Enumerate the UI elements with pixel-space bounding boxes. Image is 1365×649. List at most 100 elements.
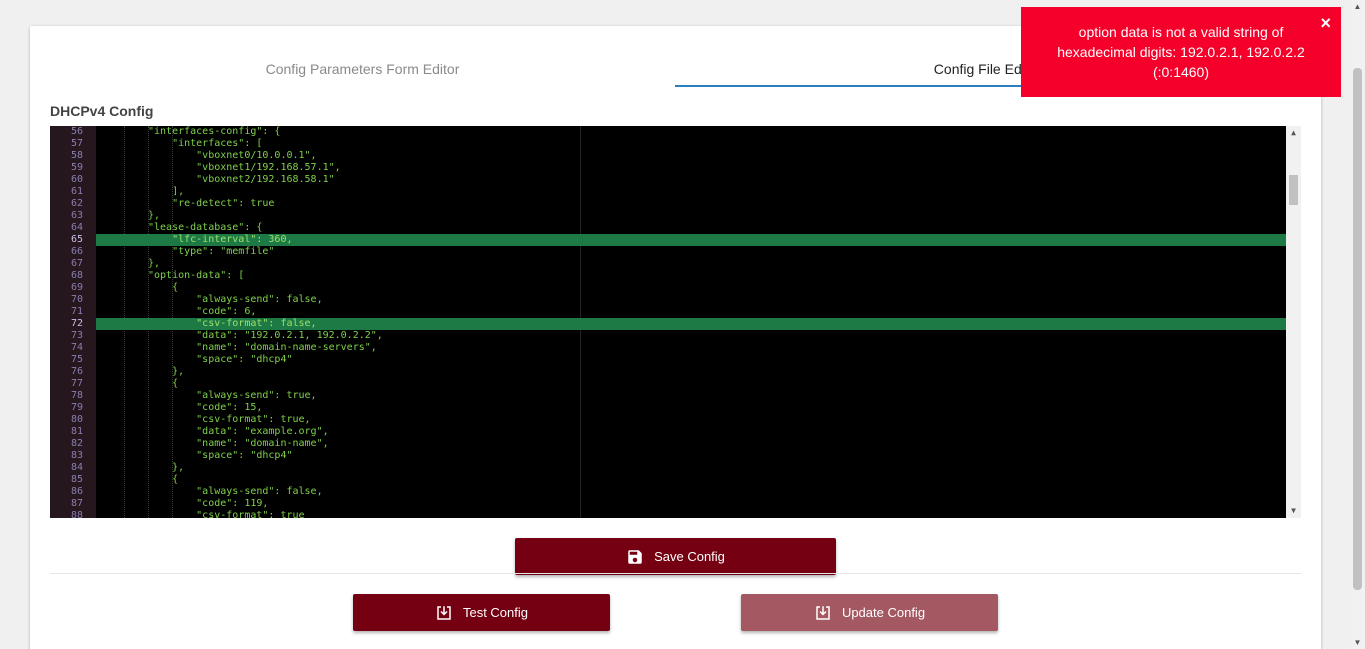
line-number: 85 (70, 474, 83, 485)
code-line[interactable]: 60 "vboxnet2/192.168.58.1" (50, 174, 1286, 186)
line-number: 74 (70, 342, 83, 353)
code-line[interactable]: 61 ], (50, 186, 1286, 198)
code-text: { (148, 282, 179, 293)
code-line[interactable]: 74 "name": "domain-name-servers", (50, 342, 1286, 354)
download-box-icon (437, 605, 451, 620)
code-text: }, (148, 366, 185, 377)
error-toast: option data is not a valid string of hex… (1021, 7, 1341, 97)
line-number: 75 (70, 354, 83, 365)
code-line[interactable]: 76 }, (50, 366, 1286, 378)
code-line[interactable]: 77 { (50, 378, 1286, 390)
code-line[interactable]: 63}, (50, 210, 1286, 222)
divider (50, 573, 1301, 574)
code-line[interactable]: 57 "interfaces": [ (50, 138, 1286, 150)
code-line[interactable]: 75 "space": "dhcp4" (50, 354, 1286, 366)
code-line[interactable]: 86 "always-send": false, (50, 486, 1286, 498)
code-line[interactable]: 64 "lease-database": { (50, 222, 1286, 234)
line-number: 73 (70, 330, 83, 341)
line-number: 84 (70, 462, 83, 473)
code-line[interactable]: 69 { (50, 282, 1286, 294)
line-number: 81 (70, 426, 83, 437)
download-box-icon (816, 605, 830, 620)
line-number: 58 (70, 150, 83, 161)
line-number: 80 (70, 414, 83, 425)
code-line[interactable]: 65 "lfc-interval": 360, (50, 234, 1286, 246)
code-line[interactable]: 71 "code": 6, (50, 306, 1286, 318)
line-number: 68 (70, 270, 83, 281)
line-number: 82 (70, 438, 83, 449)
page-scroll-down-icon[interactable]: ▼ (1350, 638, 1365, 647)
code-line[interactable]: 83 "space": "dhcp4" (50, 450, 1286, 462)
editor-scroll-thumb[interactable] (1289, 175, 1298, 205)
code-line[interactable]: 70 "always-send": false, (50, 294, 1286, 306)
page-scroll-thumb[interactable] (1353, 68, 1362, 590)
code-line[interactable]: 72 "csv-format": false, (50, 318, 1286, 330)
code-text: "name": "domain-name-servers", (148, 342, 377, 353)
scroll-down-icon[interactable]: ▼ (1286, 504, 1301, 518)
code-text: }, (148, 258, 161, 269)
code-line[interactable]: 87 "code": 119, (50, 498, 1286, 510)
code-line[interactable]: 79 "code": 15, (50, 402, 1286, 414)
code-lines[interactable]: 56 "interfaces-config": {57 "interfaces":… (50, 126, 1286, 518)
line-number: 83 (70, 450, 83, 461)
update-config-button[interactable]: Update Config (741, 594, 998, 631)
code-text: "csv-format": true (148, 510, 305, 518)
line-number: 65 (70, 234, 83, 245)
line-number: 78 (70, 390, 83, 401)
line-number: 61 (70, 186, 83, 197)
code-text: "name": "domain-name", (148, 438, 329, 449)
code-line[interactable]: 68 "option-data": [ (50, 270, 1286, 282)
line-number: 67 (70, 258, 83, 269)
page-scrollbar[interactable]: ▲ ▼ (1350, 0, 1365, 649)
editor-scrollbar[interactable]: ▲ ▼ (1286, 126, 1301, 518)
code-text: "code": 6, (148, 306, 257, 317)
section-title: DHCPv4 Config (50, 103, 154, 119)
code-text: "lease-database": { (148, 222, 263, 233)
config-card: Config Parameters Form Editor Config Fil… (30, 26, 1321, 649)
line-number: 64 (70, 222, 83, 233)
test-config-button[interactable]: Test Config (353, 594, 610, 631)
code-line[interactable]: 59 "vboxnet1/192.168.57.1", (50, 162, 1286, 174)
line-number: 71 (70, 306, 83, 317)
code-line[interactable]: 62 "re-detect": true (50, 198, 1286, 210)
update-config-label: Update Config (841, 605, 926, 620)
code-text: "space": "dhcp4" (148, 450, 293, 461)
code-line[interactable]: 85 { (50, 474, 1286, 486)
code-text: }, (148, 462, 185, 473)
code-line[interactable]: 67}, (50, 258, 1286, 270)
page-scroll-up-icon[interactable]: ▲ (1350, 2, 1365, 11)
code-text: "type": "memfile" (148, 246, 275, 257)
code-text: "vboxnet2/192.168.58.1" (148, 174, 335, 185)
line-number: 70 (70, 294, 83, 305)
code-line[interactable]: 88 "csv-format": true (50, 510, 1286, 518)
close-icon[interactable]: × (1320, 13, 1331, 33)
code-text: "always-send": true, (148, 390, 317, 401)
line-number: 86 (70, 486, 83, 497)
save-config-button[interactable]: Save Config (515, 538, 836, 575)
code-text: "always-send": false, (148, 486, 323, 497)
code-text: "code": 15, (148, 402, 263, 413)
line-number: 79 (70, 402, 83, 413)
save-config-label: Save Config (654, 549, 725, 564)
code-line[interactable]: 84 }, (50, 462, 1286, 474)
code-text: ], (148, 186, 185, 197)
code-line[interactable]: 56 "interfaces-config": { (50, 126, 1286, 138)
code-text: "data": "192.0.2.1, 192.0.2.2", (148, 330, 383, 341)
line-number: 87 (70, 498, 83, 509)
scroll-up-icon[interactable]: ▲ (1286, 126, 1301, 140)
code-text: "csv-format": true, (148, 414, 311, 425)
code-line[interactable]: 58 "vboxnet0/10.0.0.1", (50, 150, 1286, 162)
code-line[interactable]: 82 "name": "domain-name", (50, 438, 1286, 450)
code-line[interactable]: 81 "data": "example.org", (50, 426, 1286, 438)
code-line[interactable]: 80 "csv-format": true, (50, 414, 1286, 426)
tab-form-editor[interactable]: Config Parameters Form Editor (50, 51, 675, 87)
code-line[interactable]: 78 "always-send": true, (50, 390, 1286, 402)
code-line[interactable]: 66 "type": "memfile" (50, 246, 1286, 258)
line-number: 60 (70, 174, 83, 185)
line-number: 76 (70, 366, 83, 377)
code-text: "vboxnet0/10.0.0.1", (148, 150, 317, 161)
code-line[interactable]: 73 "data": "192.0.2.1, 192.0.2.2", (50, 330, 1286, 342)
code-text: "interfaces-config": { (148, 126, 281, 137)
code-editor[interactable]: 56 "interfaces-config": {57 "interfaces":… (50, 126, 1301, 518)
code-text: "code": 119, (148, 498, 269, 509)
